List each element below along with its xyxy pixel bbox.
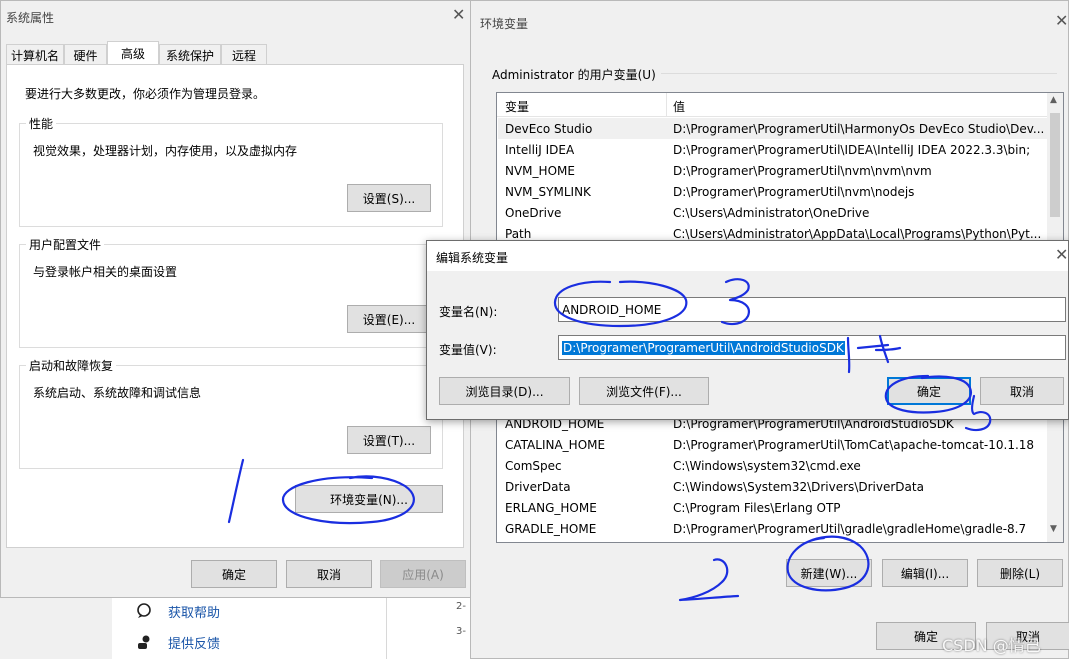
list-item[interactable]: OneDrive C:\Users\Administrator\OneDrive [498,202,1047,223]
variable-name: DriverData [505,479,571,494]
help-icon [136,603,152,619]
variable-name: DevEco Studio [505,121,593,136]
apply-button: 应用(A) [380,560,466,588]
user-variables-list[interactable]: 变量 值 DevEco Studio D:\Programer\Programer… [496,92,1064,242]
variable-name: CATALINA_HOME [505,437,606,452]
window-title: 环境变量 [480,17,529,31]
column-header-value[interactable]: 值 [673,98,685,115]
background-page: 获取帮助 提供反馈 [112,598,472,659]
ok-button[interactable]: 确定 [191,560,277,588]
variable-value: C:\Users\Administrator\OneDrive [673,205,870,220]
browse-file-button[interactable]: 浏览文件(F)... [579,377,709,405]
list-item[interactable]: GRADLE_HOME D:\Programer\ProgramerUtil\gr… [498,518,1047,539]
variable-value: C:\Windows\System32\Drivers\DriverData [673,479,924,494]
tab-hardware[interactable]: 硬件 [64,44,107,65]
list-item[interactable]: ComSpec C:\Windows\system32\cmd.exe [498,455,1047,476]
get-help-link[interactable]: 获取帮助 [168,602,220,621]
variable-value-selected-text: D:\Programer\ProgramerUtil\AndroidStudio… [562,340,845,355]
close-icon[interactable]: ✕ [452,5,465,24]
list-item[interactable]: NVM_SYMLINK D:\Programer\ProgramerUtil\nv… [498,181,1047,202]
variable-name: GRADLE_HOME [505,521,597,536]
startup-recovery-group: 启动和故障恢复 系统启动、系统故障和调试信息 设置(T)... [19,357,443,469]
list-item[interactable]: DevEco Studio D:\Programer\ProgramerUtil\… [498,118,1047,139]
startup-recovery-settings-button[interactable]: 设置(T)... [347,426,431,454]
user-variables-rule [661,73,1057,74]
system-properties-window: 系统属性 ✕ 计算机名 硬件 高级 系统保护 远程 要进行大多数更改，你必须作为… [0,0,472,598]
variable-name: Path [505,226,532,241]
list-item[interactable]: ERLANG_HOME C:\Program Files\Erlang OTP [498,497,1047,518]
variable-name: ERLANG_HOME [505,500,597,515]
variable-value: D:\Programer\ProgramerUtil\HarmonyOs Dev… [673,121,1045,136]
environment-variables-button[interactable]: 环境变量(N)... [295,485,443,513]
edit-variable-button[interactable]: 编辑(I)... [882,559,968,587]
list-item[interactable]: NVM_HOME D:\Programer\ProgramerUtil\nvm\n… [498,160,1047,181]
edit-variable-dialog: 编辑系统变量 ✕ 变量名(N): ANDROID_HOME 变量值(V): D:… [426,240,1069,420]
list-item[interactable]: IntelliJ IDEA D:\Programer\ProgramerUtil\… [498,139,1047,160]
column-header-variable[interactable]: 变量 [505,98,529,115]
column-divider [666,93,667,116]
tab-computer-name[interactable]: 计算机名 [6,44,64,65]
variable-name: OneDrive [505,205,562,220]
delete-variable-button[interactable]: 删除(L) [977,559,1063,587]
user-variables-label: Administrator 的用户变量(U) [492,68,656,82]
variable-name: NVM_SYMLINK [505,184,591,199]
tab-advanced[interactable]: 高级 [107,41,159,65]
dialog-cancel-button[interactable]: 取消 [980,377,1064,405]
scroll-up-icon[interactable]: ▲ [1050,95,1057,105]
variable-value: C:\Users\Administrator\AppData\Local\Pro… [673,226,1042,241]
user-profile-desc: 与登录帐户相关的桌面设置 [33,265,178,279]
cancel-button[interactable]: 取消 [286,560,372,588]
list-header: 变量 值 [497,93,1047,117]
variable-value: D:\Programer\ProgramerUtil\nvm\nvm\nvm [673,163,932,178]
performance-group: 性能 视觉效果，处理器计划，内存使用，以及虚拟内存 设置(S)... [19,115,443,227]
variable-name: NVM_HOME [505,163,575,178]
window-title: 系统属性 [6,11,55,25]
variable-name: IntelliJ IDEA [505,142,575,157]
close-icon[interactable]: ✕ [1055,11,1068,30]
variable-value: D:\Programer\ProgramerUtil\IDEA\IntelliJ… [673,142,1031,157]
tab-remote[interactable]: 远程 [221,44,267,65]
variable-value: C:\Windows\system32\cmd.exe [673,458,861,473]
variable-value: C:\Program Files\Erlang OTP [673,500,841,515]
variable-name-field[interactable]: ANDROID_HOME [558,297,1066,322]
list-item[interactable]: CATALINA_HOME D:\Programer\ProgramerUtil\… [498,434,1047,455]
dialog-title: 编辑系统变量 [436,251,509,265]
variable-value-label: 变量值(V): [439,343,497,357]
dialog-ok-button[interactable]: 确定 [887,377,971,405]
admin-note: 要进行大多数更改，你必须作为管理员登录。 [25,87,266,101]
variable-name: ComSpec [505,458,562,473]
variable-value: D:\Programer\ProgramerUtil\nvm\nodejs [673,184,915,199]
startup-recovery-desc: 系统启动、系统故障和调试信息 [33,386,202,400]
browse-directory-button[interactable]: 浏览目录(D)... [439,377,570,405]
variable-value-field[interactable]: D:\Programer\ProgramerUtil\AndroidStudio… [558,335,1066,360]
feedback-link[interactable]: 提供反馈 [168,633,220,652]
user-profile-title: 用户配置文件 [26,236,105,253]
startup-recovery-title: 启动和故障恢复 [26,357,117,374]
user-profile-settings-button[interactable]: 设置(E)... [347,305,431,333]
vertical-scrollbar[interactable]: ▲ [1047,93,1063,241]
performance-settings-button[interactable]: 设置(S)... [347,184,431,212]
tab-panel: 要进行大多数更改，你必须作为管理员登录。 性能 视觉效果，处理器计划，内存使用，… [6,64,464,548]
background-divider [386,598,387,659]
user-profile-group: 用户配置文件 与登录帐户相关的桌面设置 设置(E)... [19,236,443,348]
list-item[interactable]: DriverData C:\Windows\System32\Drivers\Dr… [498,476,1047,497]
background-text-2: 3- [456,626,466,637]
feedback-icon [136,634,152,650]
performance-title: 性能 [26,115,57,132]
variable-value: D:\Programer\ProgramerUtil\gradle\gradle… [673,521,1027,536]
dialog-titlebar: 编辑系统变量 ✕ [427,241,1068,271]
variable-value: D:\Programer\ProgramerUtil\TomCat\apache… [673,437,1035,452]
performance-desc: 视觉效果，处理器计划，内存使用，以及虚拟内存 [33,144,298,158]
watermark: CSDN @情己 [942,636,1041,655]
tab-system-protection[interactable]: 系统保护 [159,44,221,65]
close-icon[interactable]: ✕ [1055,245,1068,264]
scroll-down-icon[interactable]: ▼ [1050,524,1057,534]
variable-name-value: ANDROID_HOME [562,302,662,317]
scroll-thumb[interactable] [1050,113,1060,217]
new-variable-button[interactable]: 新建(W)... [786,559,872,587]
variable-name-label: 变量名(N): [439,305,498,319]
background-text-1: 2- [456,601,466,612]
